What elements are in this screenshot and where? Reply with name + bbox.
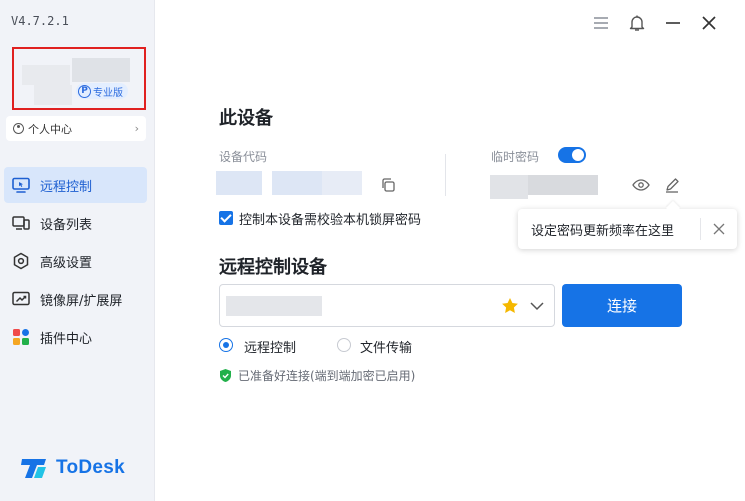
connect-button[interactable]: 连接 (562, 284, 682, 327)
star-icon (502, 298, 518, 313)
sidebar: V4.7.2.1 P 专业版 个人中心 › 远程控制 设备列表 高级设置 镜像屏… (0, 0, 155, 501)
shield-check-icon (220, 369, 231, 382)
pro-badge-label: 专业版 (93, 87, 123, 99)
eye-icon (632, 179, 650, 191)
sidebar-item-remote-control[interactable]: 远程控制 (4, 167, 147, 203)
sidebar-item-label: 设备列表 (40, 217, 93, 233)
minimize-button[interactable] (655, 10, 691, 36)
close-button[interactable] (691, 10, 727, 36)
close-icon (713, 223, 725, 235)
device-code-label: 设备代码 (219, 150, 268, 164)
sidebar-item-label: 镜像屏/扩展屏 (40, 293, 123, 309)
mode-file-transfer-label: 文件传输 (360, 341, 413, 356)
tooltip-divider (700, 218, 701, 240)
account-redacted-2 (34, 85, 72, 105)
minimize-icon (666, 22, 680, 24)
chevron-right-icon: › (134, 122, 139, 135)
show-password-button[interactable] (631, 176, 651, 194)
chevron-down-icon (530, 302, 544, 311)
tooltip-close-button[interactable] (708, 218, 730, 240)
mode-file-transfer-radio[interactable] (337, 338, 351, 352)
sidebar-item-advanced-settings[interactable]: 高级设置 (4, 243, 147, 279)
user-icon (13, 123, 24, 134)
sidebar-item-label: 插件中心 (40, 331, 93, 347)
mode-remote-control-label: 远程控制 (244, 341, 297, 356)
close-icon (702, 16, 716, 30)
pro-p-icon: P (78, 84, 91, 98)
connection-status-text: 已准备好连接(端到端加密已启用) (238, 369, 416, 383)
sidebar-item-mirror-screen[interactable]: 镜像屏/扩展屏 (4, 281, 147, 317)
profile-card[interactable]: P 专业版 (12, 47, 146, 110)
pencil-icon (666, 178, 679, 193)
username-redacted (72, 58, 130, 82)
mirror-screen-icon (12, 290, 30, 308)
temp-password-toggle[interactable] (558, 147, 586, 163)
version-label: V4.7.2.1 (11, 14, 69, 28)
edit-password-button[interactable] (662, 176, 682, 194)
lock-screen-checkbox[interactable] (219, 211, 233, 225)
user-center-label: 个人中心 (28, 122, 72, 136)
history-dropdown-button[interactable] (529, 298, 545, 317)
password-frequency-tooltip: 设定密码更新频率在这里 (518, 209, 737, 249)
plugin-grid-icon (12, 328, 30, 346)
copy-device-code-button[interactable] (379, 176, 397, 194)
sidebar-nav: 远程控制 设备列表 高级设置 镜像屏/扩展屏 插件中心 (4, 167, 147, 357)
mode-remote-control-radio[interactable] (219, 338, 233, 352)
remote-device-input[interactable] (219, 284, 555, 327)
pro-badge: P 专业版 (76, 83, 128, 99)
settings-hex-icon (12, 252, 30, 270)
copy-icon (382, 178, 395, 192)
favorite-button[interactable] (501, 297, 519, 318)
sidebar-item-device-list[interactable]: 设备列表 (4, 205, 147, 241)
remote-control-title: 远程控制设备 (219, 257, 327, 278)
device-list-icon (12, 214, 30, 232)
sidebar-item-plugin-center[interactable]: 插件中心 (4, 319, 147, 355)
window-controls (583, 10, 727, 36)
hamburger-menu-icon (594, 17, 608, 29)
menu-button[interactable] (583, 10, 619, 36)
connection-status: 已准备好连接(端到端加密已启用) (219, 367, 415, 384)
remote-device-code-redacted (226, 296, 322, 316)
sidebar-item-label: 高级设置 (40, 255, 93, 271)
this-device-title: 此设备 (219, 108, 273, 129)
user-center-button[interactable]: 个人中心 › (6, 116, 146, 141)
notification-button[interactable] (619, 10, 655, 36)
lock-screen-checkbox-label: 控制本设备需校验本机锁屏密码 (239, 213, 422, 228)
tooltip-text: 设定密码更新频率在这里 (531, 223, 675, 239)
brand-name: ToDesk (56, 457, 126, 478)
sidebar-item-label: 远程控制 (40, 179, 93, 195)
bell-icon (629, 15, 645, 31)
vertical-divider (445, 154, 446, 196)
temp-password-label: 临时密码 (491, 150, 540, 164)
todesk-logo-icon (21, 459, 46, 478)
account-redacted (22, 65, 70, 85)
todesk-logo: ToDesk (20, 456, 125, 480)
monitor-remote-icon (12, 176, 30, 194)
